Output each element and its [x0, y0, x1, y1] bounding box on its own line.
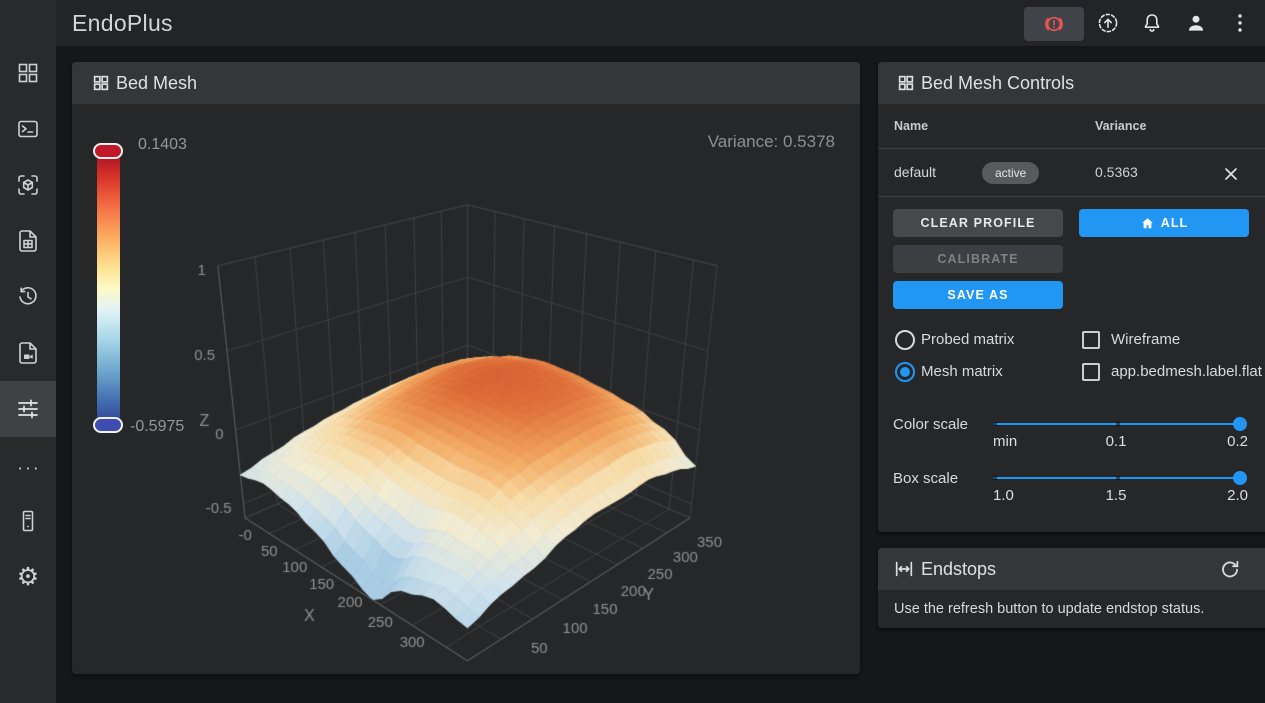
endstops-icon [893, 558, 915, 580]
bed-mesh-card-header: Bed Mesh [72, 62, 860, 104]
column-header-variance: Variance [1095, 119, 1146, 133]
system-icon [16, 509, 40, 533]
svg-text:{...}: {...} [15, 459, 41, 474]
box-scale-slider[interactable] [993, 477, 1245, 479]
box-scale-slider-thumb[interactable] [1233, 471, 1247, 485]
bed-mesh-3d-plot[interactable] [72, 104, 860, 674]
flat-checkbox[interactable] [1082, 363, 1100, 381]
endstops-card-header: Endstops [878, 548, 1265, 590]
sidebar-item-gcode-preview[interactable] [0, 157, 56, 213]
account-button[interactable] [1174, 0, 1218, 46]
sidebar-item-console[interactable] [0, 101, 56, 157]
probed-matrix-radio[interactable] [895, 330, 915, 350]
home-all-button[interactable]: ALL [1079, 209, 1249, 237]
controls-card-title: Bed Mesh Controls [921, 62, 1074, 104]
sidebar: {...} ⚙ [0, 0, 56, 703]
variance-label: Variance: 0.5378 [708, 132, 835, 152]
divider [878, 196, 1265, 197]
colorbar-max-cap [93, 143, 123, 159]
sidebar-item-configure[interactable]: {...} [0, 437, 56, 493]
upload-circle-icon [1096, 11, 1120, 35]
colorbar [97, 151, 120, 425]
grid-icon [897, 74, 915, 92]
mesh-matrix-radio[interactable] [895, 362, 915, 382]
bed-mesh-card-title: Bed Mesh [116, 62, 197, 104]
tune-icon [16, 397, 40, 421]
mesh-matrix-label: Mesh matrix [921, 362, 1003, 382]
endstops-card-title: Endstops [921, 548, 996, 590]
probed-matrix-label: Probed matrix [921, 330, 1014, 350]
color-scale-label: Color scale [893, 416, 968, 433]
flat-label: app.bedmesh.label.flat [1111, 362, 1262, 382]
history-icon [16, 285, 40, 309]
column-header-name: Name [894, 119, 928, 133]
endstops-card: Endstops Use the refresh button to updat… [878, 548, 1265, 628]
colorbar-max-label: 0.1403 [138, 136, 187, 154]
color-scale-tick-max: 0.2 [1216, 433, 1248, 450]
console-icon [16, 117, 40, 141]
box-scale-label: Box scale [893, 470, 958, 487]
sidebar-item-tune[interactable] [0, 381, 56, 437]
wireframe-checkbox[interactable] [1082, 331, 1100, 349]
sidebar-item-dashboard[interactable] [0, 45, 56, 101]
profile-name: default [894, 164, 936, 180]
overflow-menu-button[interactable] [1218, 0, 1262, 46]
wireframe-label: Wireframe [1111, 330, 1180, 350]
box-scale-tick-mid: 1.5 [1100, 487, 1132, 504]
close-icon [1222, 165, 1240, 183]
refresh-icon [1218, 557, 1242, 581]
notifications-button[interactable] [1130, 0, 1174, 46]
emergency-stop-button[interactable] [1024, 7, 1084, 41]
bell-icon [1140, 11, 1164, 35]
color-scale-tick-min: min [993, 433, 1017, 450]
colorbar-min-cap [93, 417, 123, 433]
divider [878, 148, 1265, 149]
home-all-label: ALL [1161, 216, 1189, 230]
box-scale-tick-min: 1.0 [993, 487, 1014, 504]
dashboard-icon [16, 61, 40, 85]
sidebar-item-history[interactable] [0, 269, 56, 325]
refresh-endstops-button[interactable] [1218, 557, 1242, 581]
profile-variance: 0.5363 [1095, 164, 1138, 180]
home-icon [1140, 216, 1155, 231]
controls-card-header: Bed Mesh Controls [878, 62, 1265, 104]
topbar-actions [1024, 0, 1262, 46]
sidebar-item-jobs[interactable] [0, 213, 56, 269]
color-scale-slider-thumb[interactable] [1233, 417, 1247, 431]
upload-button[interactable] [1086, 0, 1130, 46]
configure-icon: {...} [15, 453, 41, 477]
sidebar-item-settings[interactable]: ⚙ [0, 549, 56, 605]
bed-mesh-controls-card: Bed Mesh Controls Name Variance default … [878, 62, 1265, 532]
jobs-icon [16, 229, 40, 253]
gcode-preview-icon [16, 173, 40, 197]
colorbar-min-label: -0.5975 [130, 418, 184, 436]
box-scale-tick-max: 2.0 [1216, 487, 1248, 504]
color-scale-slider[interactable] [993, 423, 1245, 425]
sidebar-item-system[interactable] [0, 493, 56, 549]
clear-profile-button[interactable]: CLEAR PROFILE [893, 209, 1063, 237]
endstops-message: Use the refresh button to update endstop… [894, 601, 1204, 617]
save-as-button[interactable]: SAVE AS [893, 281, 1063, 309]
emergency-stop-icon [1042, 12, 1066, 36]
bed-mesh-card: Bed Mesh 0.1403 -0.5975 Variance: 0.5378 [72, 62, 860, 674]
calibrate-button[interactable]: CALIBRATE [893, 245, 1063, 273]
sidebar-item-timelapse[interactable] [0, 325, 56, 381]
active-badge: active [982, 162, 1039, 184]
remove-profile-button[interactable] [1222, 165, 1240, 183]
topbar: EndoPlus [56, 0, 1265, 46]
grid-icon [92, 74, 110, 92]
app-title: EndoPlus [72, 0, 173, 46]
color-scale-tick-mid: 0.1 [1100, 433, 1132, 450]
dots-vertical-icon [1228, 11, 1252, 35]
person-icon [1184, 11, 1208, 35]
timelapse-icon [16, 341, 40, 365]
settings-gear-icon: ⚙ [17, 565, 39, 590]
